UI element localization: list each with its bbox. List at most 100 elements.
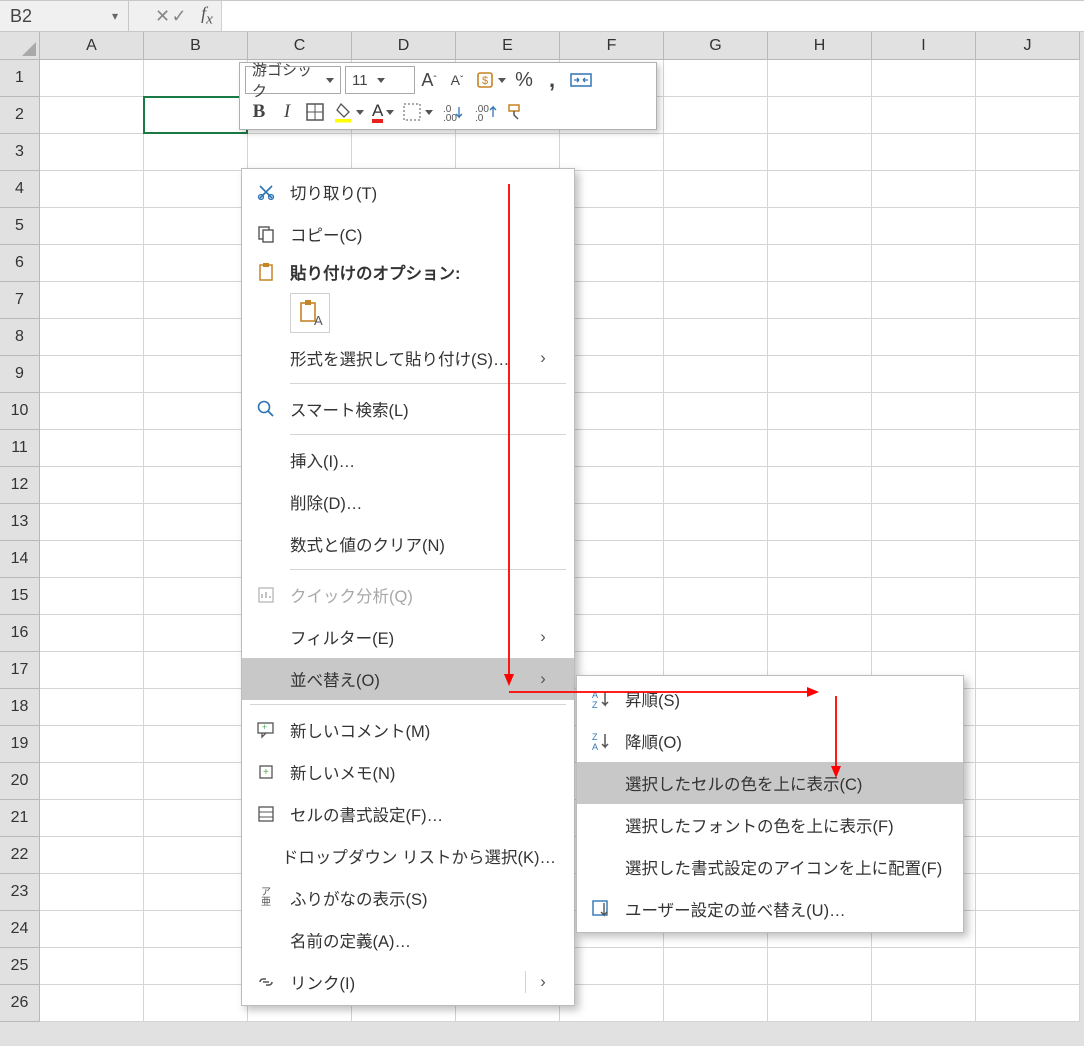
decrease-font-button[interactable]: Aˇ <box>443 66 471 94</box>
cell[interactable] <box>144 393 248 430</box>
cell[interactable] <box>768 208 872 245</box>
cell[interactable] <box>976 504 1080 541</box>
cell[interactable] <box>352 134 456 171</box>
column-header[interactable]: A <box>40 32 144 60</box>
cell[interactable] <box>144 985 248 1022</box>
cell[interactable] <box>976 97 1080 134</box>
row-header[interactable]: 5 <box>0 208 40 245</box>
column-header[interactable]: E <box>456 32 560 60</box>
percent-style-button[interactable]: % <box>510 66 538 94</box>
cell[interactable] <box>976 319 1080 356</box>
cell[interactable] <box>872 393 976 430</box>
insert-function-icon[interactable]: fx <box>193 3 221 29</box>
italic-button[interactable]: I <box>273 98 301 126</box>
cell[interactable] <box>144 726 248 763</box>
formula-input[interactable] <box>221 1 1084 31</box>
cell[interactable] <box>664 393 768 430</box>
column-header[interactable]: B <box>144 32 248 60</box>
comma-style-button[interactable]: , <box>538 66 566 94</box>
cell[interactable] <box>976 689 1080 726</box>
cell[interactable] <box>560 393 664 430</box>
cell[interactable] <box>976 171 1080 208</box>
borders-button[interactable] <box>301 98 329 126</box>
cell[interactable] <box>144 356 248 393</box>
cell[interactable] <box>976 430 1080 467</box>
cell[interactable] <box>560 504 664 541</box>
row-header[interactable]: 15 <box>0 578 40 615</box>
font-name-combo[interactable]: 游ゴシック <box>245 66 341 94</box>
column-header[interactable]: J <box>976 32 1080 60</box>
cell[interactable] <box>40 615 144 652</box>
cell[interactable] <box>872 948 976 985</box>
row-header[interactable]: 26 <box>0 985 40 1022</box>
cell[interactable] <box>976 837 1080 874</box>
cell[interactable] <box>456 134 560 171</box>
cell[interactable] <box>976 800 1080 837</box>
cell[interactable] <box>664 948 768 985</box>
cell[interactable] <box>40 97 144 134</box>
cell[interactable] <box>664 319 768 356</box>
cell[interactable] <box>664 430 768 467</box>
cell[interactable] <box>976 652 1080 689</box>
cell[interactable] <box>768 356 872 393</box>
row-header[interactable]: 11 <box>0 430 40 467</box>
context-insert[interactable]: 挿入(I)… <box>242 439 574 481</box>
cell[interactable] <box>144 837 248 874</box>
cell[interactable] <box>40 726 144 763</box>
cell[interactable] <box>40 208 144 245</box>
cell[interactable] <box>144 541 248 578</box>
cell[interactable] <box>872 985 976 1022</box>
cell[interactable] <box>664 985 768 1022</box>
row-header[interactable]: 8 <box>0 319 40 356</box>
cell[interactable] <box>768 245 872 282</box>
cell[interactable] <box>976 985 1080 1022</box>
row-header[interactable]: 17 <box>0 652 40 689</box>
cell[interactable] <box>40 689 144 726</box>
row-header[interactable]: 13 <box>0 504 40 541</box>
cell[interactable] <box>872 134 976 171</box>
cell[interactable] <box>144 60 248 97</box>
context-format-cells[interactable]: セルの書式設定(F)… <box>242 793 574 835</box>
cell[interactable] <box>768 985 872 1022</box>
row-header[interactable]: 25 <box>0 948 40 985</box>
row-header[interactable]: 16 <box>0 615 40 652</box>
cell[interactable] <box>768 578 872 615</box>
cell[interactable] <box>40 282 144 319</box>
cell[interactable] <box>976 578 1080 615</box>
cell[interactable] <box>144 578 248 615</box>
cell[interactable] <box>872 97 976 134</box>
column-header[interactable]: F <box>560 32 664 60</box>
context-filter[interactable]: フィルター(E)› <box>242 616 574 658</box>
cell[interactable] <box>144 652 248 689</box>
cell[interactable] <box>664 60 768 97</box>
cell[interactable] <box>664 356 768 393</box>
row-header[interactable]: 24 <box>0 911 40 948</box>
cell[interactable] <box>40 245 144 282</box>
paste-default-option[interactable]: A <box>290 293 330 333</box>
cell[interactable] <box>872 245 976 282</box>
cell[interactable] <box>976 763 1080 800</box>
row-header[interactable]: 2 <box>0 97 40 134</box>
row-header[interactable]: 4 <box>0 171 40 208</box>
cell[interactable] <box>872 208 976 245</box>
row-header[interactable]: 20 <box>0 763 40 800</box>
cell[interactable] <box>664 541 768 578</box>
cell[interactable] <box>40 171 144 208</box>
name-box-dropdown-icon[interactable]: ▾ <box>112 9 118 23</box>
format-painter-button[interactable] <box>501 98 531 126</box>
cell[interactable] <box>664 171 768 208</box>
context-clear[interactable]: 数式と値のクリア(N) <box>242 523 574 565</box>
cell[interactable] <box>872 430 976 467</box>
cell[interactable] <box>40 541 144 578</box>
column-header[interactable]: G <box>664 32 768 60</box>
column-header[interactable]: H <box>768 32 872 60</box>
cell[interactable] <box>144 689 248 726</box>
cell[interactable] <box>872 60 976 97</box>
cell[interactable] <box>40 985 144 1022</box>
cell[interactable] <box>144 874 248 911</box>
cell[interactable] <box>976 948 1080 985</box>
cell[interactable] <box>560 319 664 356</box>
row-header[interactable]: 22 <box>0 837 40 874</box>
cell[interactable] <box>40 652 144 689</box>
column-header[interactable]: D <box>352 32 456 60</box>
